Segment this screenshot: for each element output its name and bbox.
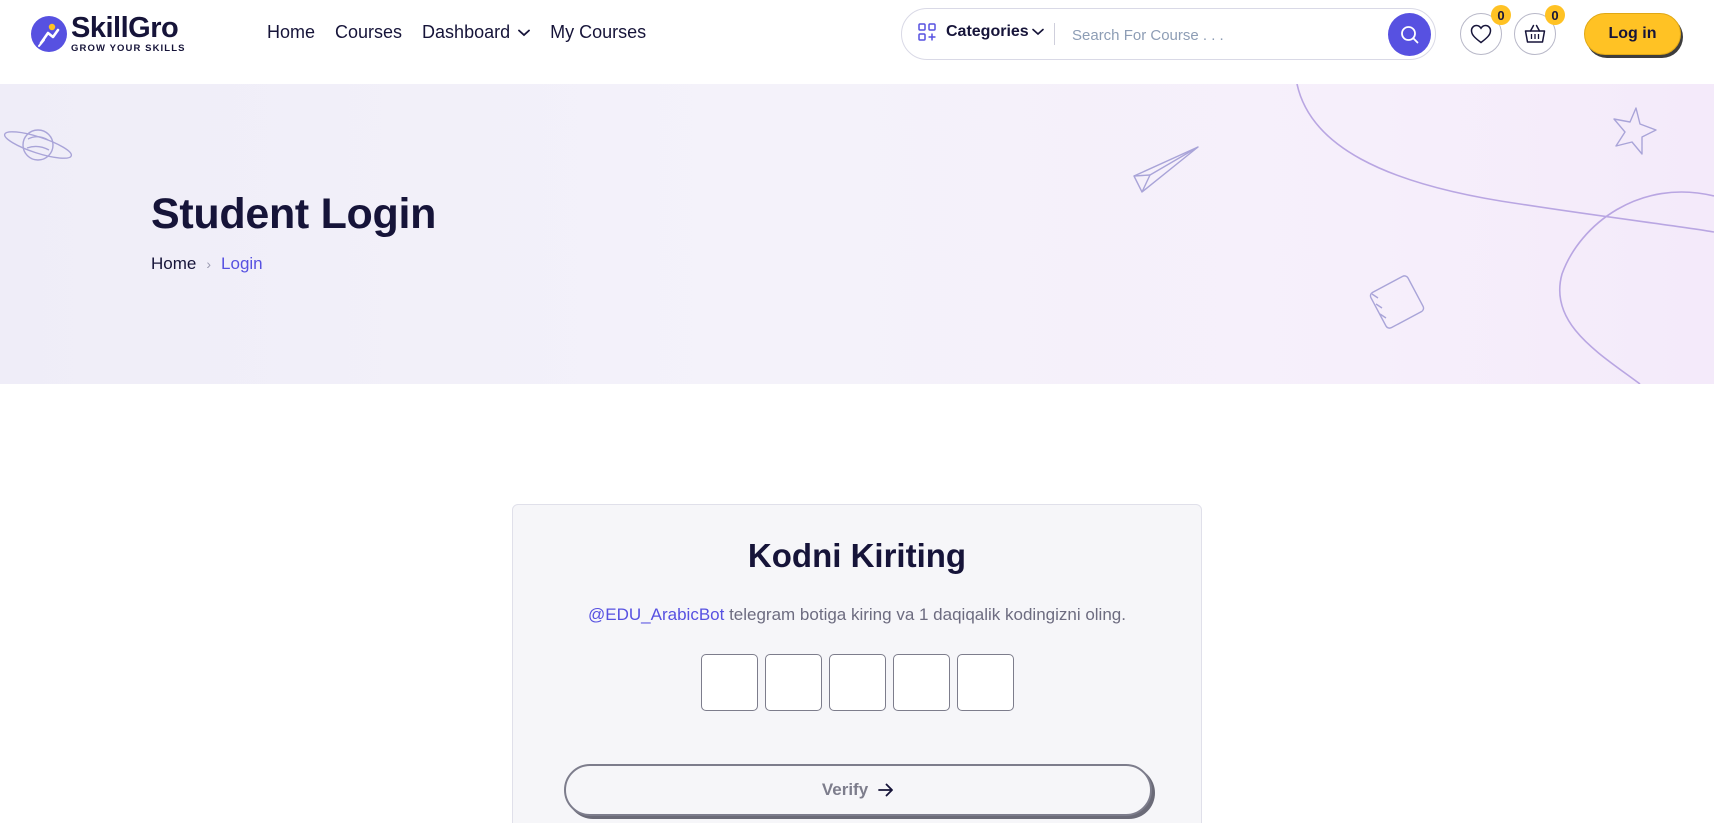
breadcrumb-home[interactable]: Home xyxy=(151,254,196,274)
chevron-right-icon: › xyxy=(206,256,212,272)
decorative-curve xyxy=(1296,84,1714,233)
otp-digit-4[interactable] xyxy=(893,654,950,711)
logo[interactable]: SkillGro GROW YOUR SKILLS xyxy=(31,14,186,54)
otp-code-inputs xyxy=(701,654,1021,711)
login-button[interactable]: Log in xyxy=(1584,13,1681,55)
page-title: Student Login xyxy=(151,190,437,238)
verify-button[interactable]: Verify xyxy=(564,764,1152,816)
nav-dashboard[interactable]: Dashboard xyxy=(422,22,531,43)
site-header: SkillGro GROW YOUR SKILLS Home Courses D… xyxy=(0,0,1714,84)
verify-button-label: Verify xyxy=(821,780,869,799)
verify-card-title: Kodni Kiriting xyxy=(747,537,967,574)
nav-courses[interactable]: Courses xyxy=(335,22,402,43)
basket-icon xyxy=(1524,24,1546,43)
verify-code-card: Kodni Kiriting @EDU_ArabicBot telegram b… xyxy=(512,504,1202,823)
search-icon xyxy=(1401,26,1419,44)
logo-mark-icon xyxy=(31,15,67,52)
star-icon xyxy=(1613,107,1657,155)
otp-digit-5[interactable] xyxy=(957,654,1014,711)
nav-my-courses[interactable]: My Courses xyxy=(550,22,646,43)
search-button[interactable] xyxy=(1388,13,1431,56)
search-divider xyxy=(1054,23,1055,45)
arrow-right-icon xyxy=(878,783,894,797)
breadcrumb: Home › Login xyxy=(151,254,263,274)
wishlist-count-badge: 0 xyxy=(1491,5,1511,25)
categories-dropdown[interactable]: Categories xyxy=(918,23,1044,41)
otp-digit-2[interactable] xyxy=(765,654,822,711)
logo-tagline: GROW YOUR SKILLS xyxy=(71,43,186,54)
categories-label: Categories xyxy=(946,23,1029,40)
search-input[interactable] xyxy=(1072,21,1362,49)
verify-instruction-text: telegram botiga kiring va 1 daqiqalik ko… xyxy=(724,605,1126,624)
chevron-down-icon xyxy=(1031,28,1044,36)
wishlist-button[interactable]: 0 xyxy=(1460,5,1511,55)
otp-digit-3[interactable] xyxy=(829,654,886,711)
page-banner: Student Login Home › Login xyxy=(0,84,1714,384)
logo-name: SkillGro xyxy=(71,12,179,44)
course-search-bar: Categories xyxy=(901,8,1436,60)
cart-button[interactable]: 0 xyxy=(1514,5,1565,55)
grid-icon xyxy=(918,23,936,41)
nav-home[interactable]: Home xyxy=(267,22,315,43)
breadcrumb-current: Login xyxy=(221,254,263,273)
planet-icon xyxy=(3,129,73,161)
chevron-down-icon xyxy=(518,29,531,36)
heart-icon xyxy=(1470,24,1492,44)
verify-instructions: @EDU_ArabicBot telegram botiga kiring va… xyxy=(513,605,1201,625)
paper-plane-icon xyxy=(1133,146,1199,193)
notebook-icon xyxy=(1369,275,1425,329)
telegram-bot-link[interactable]: @EDU_ArabicBot xyxy=(588,605,724,624)
otp-digit-1[interactable] xyxy=(701,654,758,711)
cart-count-badge: 0 xyxy=(1545,5,1565,25)
main-nav: Home Courses Dashboard My Courses xyxy=(267,22,666,43)
